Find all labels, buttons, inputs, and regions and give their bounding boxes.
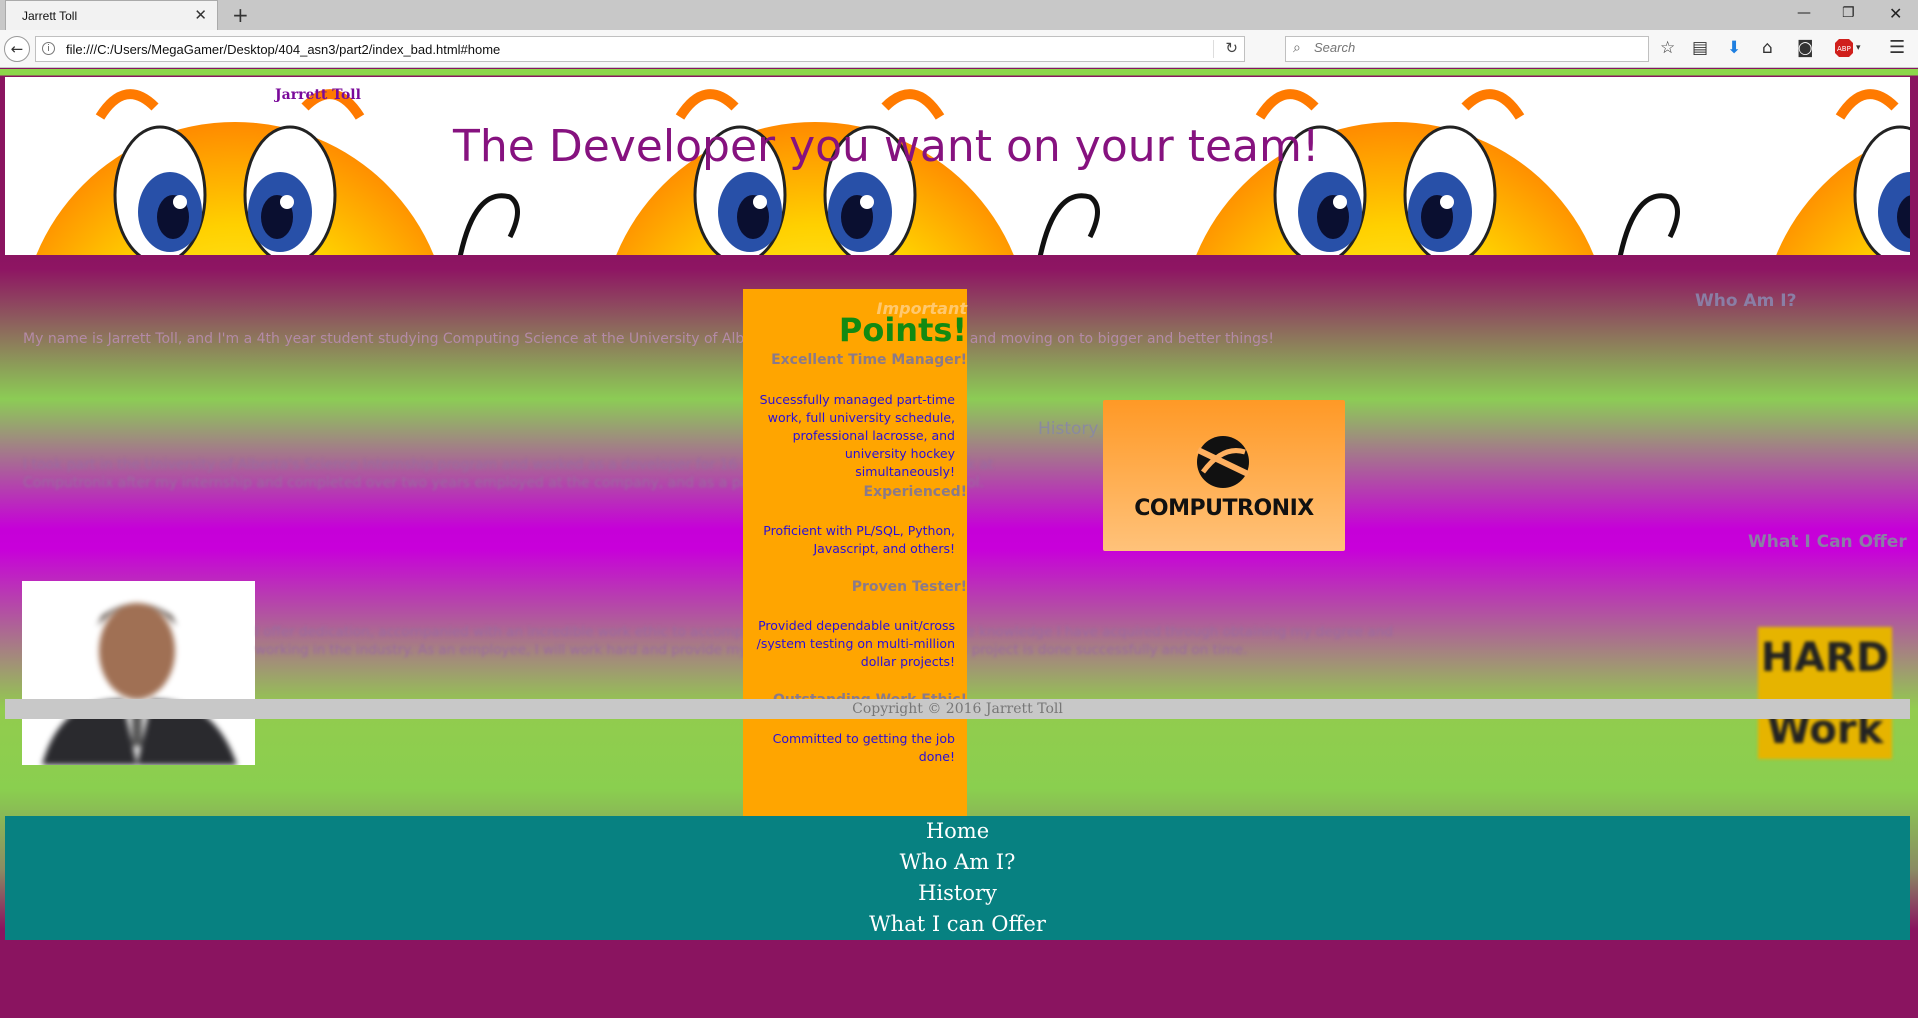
bookmark-star-icon[interactable]: ☆ xyxy=(1660,38,1675,58)
what-i-can-offer-heading: What I Can Offer xyxy=(1748,532,1907,552)
new-tab-icon[interactable]: + xyxy=(232,3,249,27)
download-arrow-icon[interactable]: ⬇ xyxy=(1727,38,1741,58)
computronix-logo: COMPUTRONIX xyxy=(1103,400,1345,551)
info-icon[interactable]: i xyxy=(42,42,55,55)
search-bar[interactable]: ⌕ xyxy=(1285,36,1649,62)
reload-icon[interactable]: ↻ xyxy=(1225,39,1238,57)
point-body: Proficient with PL/SQL, Python, Javascri… xyxy=(763,523,955,556)
minimize-icon[interactable]: — xyxy=(1797,5,1811,21)
home-icon[interactable]: ⌂ xyxy=(1762,38,1773,58)
bookmarks-library-icon[interactable]: ▤ xyxy=(1692,38,1708,58)
page-body: Jarrett Toll The Developer you want on y… xyxy=(0,69,1918,1018)
close-window-icon[interactable]: ✕ xyxy=(1889,4,1902,23)
point-body: Provided dependable unit/cross /system t… xyxy=(756,618,955,669)
svg-text:ABP: ABP xyxy=(1837,45,1851,53)
address-bar[interactable]: i file:///C:/Users/MegaGamer/Desktop/404… xyxy=(35,36,1245,62)
page-title: The Developer you want on your team! xyxy=(453,121,1320,172)
point-body: Committed to getting the job done! xyxy=(772,731,955,764)
point-heading: Excellent Time Manager! xyxy=(771,352,967,368)
browser-toolbar: ← i file:///C:/Users/MegaGamer/Desktop/4… xyxy=(0,30,1918,68)
hard-work-image: HARD Work xyxy=(1758,627,1892,759)
banner-name: Jarrett Toll xyxy=(275,87,361,103)
points-title: Points! xyxy=(838,311,967,349)
restore-icon[interactable]: ❐ xyxy=(1842,5,1855,21)
history-heading: History xyxy=(1038,419,1099,439)
profile-photo xyxy=(22,581,255,765)
search-input[interactable] xyxy=(1312,39,1636,56)
back-arrow-icon[interactable]: ← xyxy=(4,36,30,62)
browser-tab-strip: Jarrett Toll ✕ + — ❐ ✕ xyxy=(0,0,1918,30)
nav-link-who-am-i[interactable]: Who Am I? xyxy=(5,847,1910,878)
point-heading: Proven Tester! xyxy=(851,579,967,595)
close-tab-icon[interactable]: ✕ xyxy=(194,6,207,24)
copyright-footer: Copyright © 2016 Jarrett Toll xyxy=(5,699,1910,719)
important-points-panel: Important Points! Excellent Time Manager… xyxy=(743,289,967,827)
point-body: Sucessfully managed part-time work, full… xyxy=(759,392,955,479)
who-am-i-heading: Who Am I? xyxy=(1695,291,1797,311)
pocket-icon[interactable]: ◙ xyxy=(1797,38,1814,58)
menu-hamburger-icon[interactable]: ☰ xyxy=(1889,38,1905,58)
divider xyxy=(1213,40,1214,58)
computronix-wordmark: COMPUTRONIX xyxy=(1134,496,1314,521)
about-paragraph: My name is Jarrett Toll, and I'm a 4th y… xyxy=(23,331,1274,347)
computronix-mark-icon xyxy=(1196,436,1250,488)
nav-link-home[interactable]: Home xyxy=(5,816,1910,847)
nav-link-history[interactable]: History xyxy=(5,878,1910,909)
copyright-text: Copyright © 2016 Jarrett Toll xyxy=(852,701,1063,717)
browser-tab[interactable]: Jarrett Toll ✕ xyxy=(5,0,218,30)
hard-work-line1: HARD xyxy=(1760,635,1890,681)
nav-link-what-i-can-offer[interactable]: What I can Offer xyxy=(5,909,1910,940)
point-heading: Experienced! xyxy=(863,484,967,500)
adblock-icon[interactable]: ABP ▾ xyxy=(1835,37,1865,62)
svg-text:▾: ▾ xyxy=(1856,43,1861,53)
url-text[interactable]: file:///C:/Users/MegaGamer/Desktop/404_a… xyxy=(66,42,500,57)
tab-title: Jarrett Toll xyxy=(22,9,78,23)
site-navigation: Home Who Am I? History What I can Offer xyxy=(5,816,1910,940)
search-icon: ⌕ xyxy=(1293,40,1301,56)
